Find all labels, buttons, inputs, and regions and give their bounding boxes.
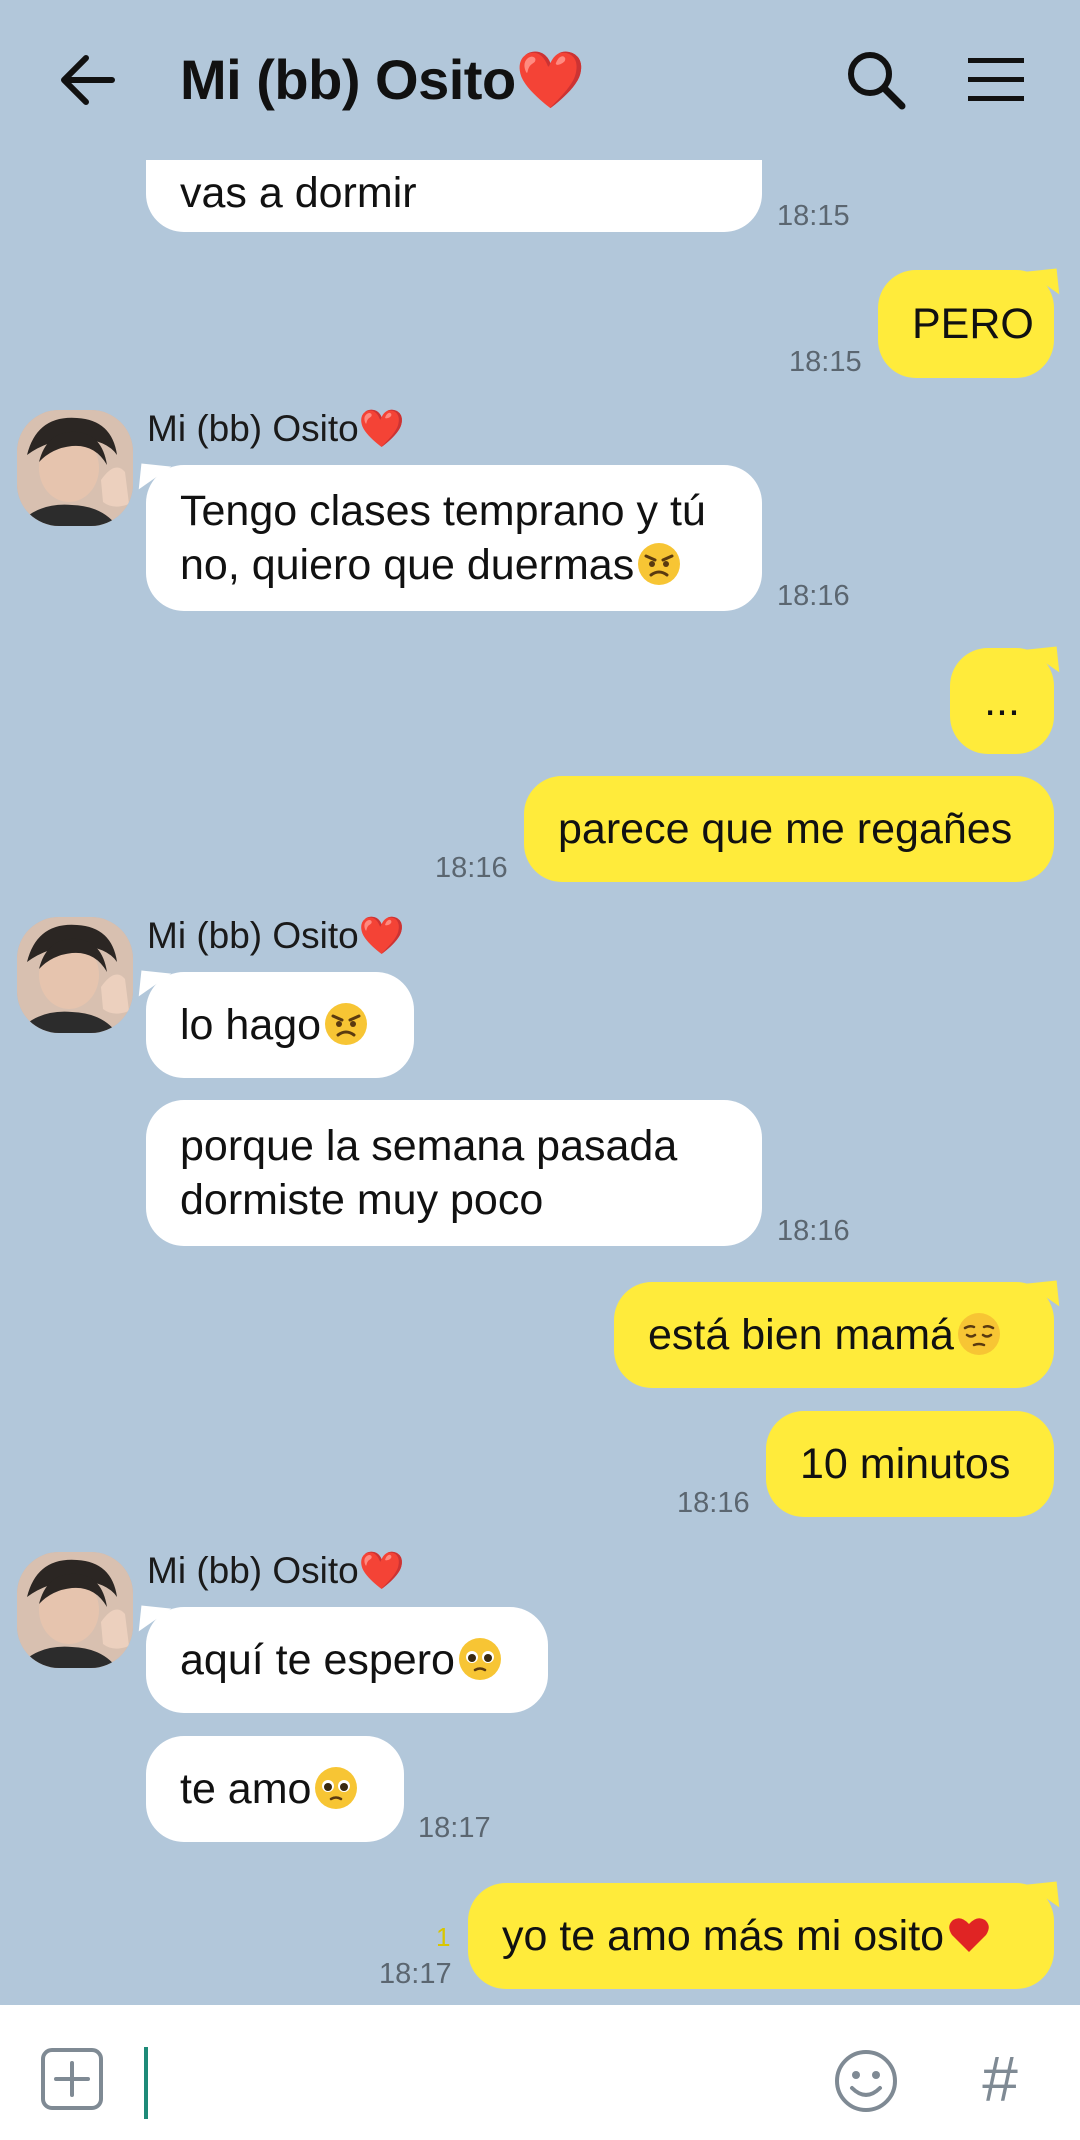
message-bubble-outgoing[interactable]: está bien mamá: [614, 1282, 1054, 1388]
contact-avatar[interactable]: [17, 410, 133, 526]
message-text-line: dormiste muy poco: [180, 1176, 544, 1224]
chat-header: Mi (bb) Osito❤️: [0, 0, 1080, 160]
contact-avatar[interactable]: [17, 917, 133, 1033]
message-bubble-outgoing[interactable]: PERO: [878, 270, 1054, 378]
message-text: ...: [984, 677, 1020, 725]
chat-title: Mi (bb) Osito❤️: [180, 48, 585, 111]
add-attachment-icon[interactable]: [40, 2047, 104, 2111]
message-bubble-incoming[interactable]: vas a dormir: [146, 160, 762, 232]
message-time: 18:16: [777, 1215, 850, 1247]
contact-avatar[interactable]: [17, 1552, 133, 1668]
message-text: está bien mamá: [648, 1311, 954, 1359]
read-count: 1: [436, 1922, 451, 1952]
message-text-line: no, quiero que duermas: [180, 541, 635, 589]
message-bubble-incoming[interactable]: lo hago: [146, 972, 414, 1078]
message-text: 10 minutos: [800, 1440, 1011, 1488]
message-time: 18:15: [789, 346, 862, 378]
red-heart-icon: [949, 1918, 989, 1952]
sender-name: Mi (bb) Osito❤️: [147, 408, 405, 449]
message-bubble-incoming[interactable]: porque la semana pasada dormiste muy poc…: [146, 1100, 762, 1246]
back-arrow-icon[interactable]: [56, 48, 120, 112]
message-text: aquí te espero: [180, 1636, 455, 1684]
message-time: 18:17: [418, 1812, 491, 1844]
message-bubble-incoming[interactable]: aquí te espero: [146, 1607, 548, 1713]
hamburger-menu-icon[interactable]: [966, 52, 1026, 108]
message-bubble-outgoing[interactable]: yo te amo más mi osito: [468, 1883, 1054, 1989]
sender-name: Mi (bb) Osito❤️: [147, 915, 405, 956]
message-bubble-outgoing[interactable]: parece que me regañes: [524, 776, 1054, 882]
message-text: parece que me regañes: [558, 805, 1013, 853]
message-time: 18:16: [677, 1487, 750, 1519]
hashtag-icon[interactable]: #: [970, 2043, 1030, 2115]
message-text: te amo: [180, 1765, 312, 1813]
message-bubble-incoming[interactable]: Tengo clases temprano y tú no, quiero qu…: [146, 465, 762, 611]
angry-face-icon: [638, 543, 681, 585]
emoji-smiley-icon[interactable]: [833, 2048, 899, 2114]
message-bubble-outgoing[interactable]: ...: [950, 648, 1054, 754]
message-text: lo hago: [180, 1001, 322, 1049]
message-bubble-incoming[interactable]: te amo: [146, 1736, 404, 1842]
message-text-line: porque la semana pasada: [180, 1122, 678, 1170]
message-time: 18:17: [379, 1958, 452, 1990]
message-time: 18:16: [777, 580, 850, 612]
message-time: 18:15: [777, 200, 850, 232]
pleading-face-icon: [458, 1638, 501, 1680]
message-input-field[interactable]: [144, 2047, 148, 2119]
search-icon[interactable]: [844, 48, 908, 112]
message-text: vas a dormir: [180, 169, 417, 217]
pensive-face-icon: [957, 1313, 1000, 1355]
message-text: PERO: [912, 300, 1034, 348]
message-text: yo te amo más mi osito: [502, 1912, 945, 1960]
message-input-bar: #: [0, 2005, 1080, 2140]
angry-face-icon: [325, 1003, 368, 1045]
message-time: 18:16: [435, 852, 508, 884]
message-text-line: Tengo clases temprano y tú: [180, 487, 706, 535]
message-bubble-outgoing[interactable]: 10 minutos: [766, 1411, 1054, 1517]
pleading-face-icon: [315, 1767, 358, 1809]
sender-name: Mi (bb) Osito❤️: [147, 1550, 405, 1591]
